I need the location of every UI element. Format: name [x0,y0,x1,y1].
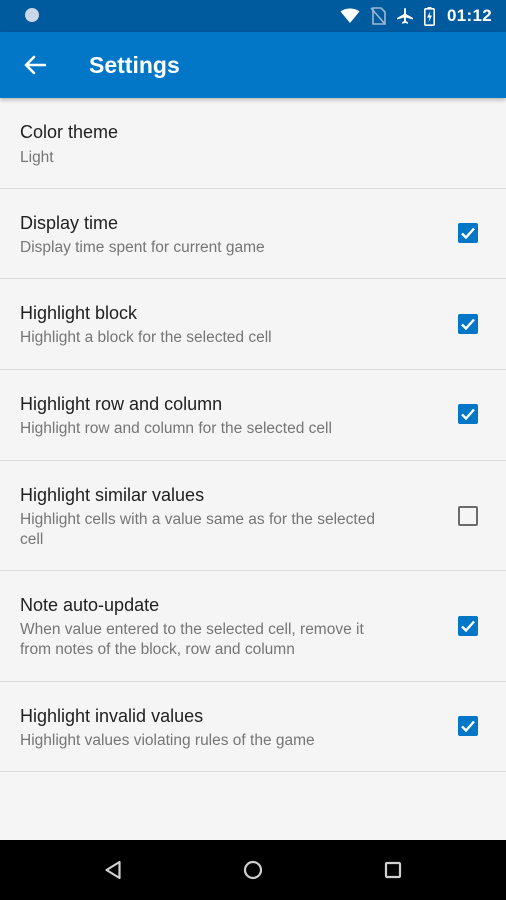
highlight-similar-values-checkbox[interactable] [458,506,478,526]
setting-subtitle: Display time spent for current game [20,239,265,256]
no-sim-icon [370,7,386,25]
setting-highlight-block[interactable]: Highlight block Highlight a block for th… [0,279,506,370]
setting-title: Display time [20,213,119,233]
nav-back-button[interactable] [97,854,129,886]
setting-title: Highlight block [20,303,138,323]
recents-square-icon [384,861,402,879]
airplane-icon [397,8,414,24]
setting-subtitle: Highlight row and column for the selecte… [20,420,332,437]
checkmark-icon [461,720,475,733]
app-bar: Settings [0,32,506,98]
setting-highlight-row-column[interactable]: Highlight row and column Highlight row a… [0,370,506,461]
back-triangle-icon [105,860,121,880]
setting-title: Highlight row and column [20,394,223,414]
setting-title: Highlight similar values [20,485,205,505]
status-icons: 01:12 [340,0,492,32]
navigation-bar [0,840,506,900]
checkmark-icon [461,620,475,633]
setting-note-auto-update[interactable]: Note auto-update When value entered to t… [0,571,506,682]
setting-subtitle: Highlight values violating rules of the … [20,732,315,749]
highlight-invalid-values-checkbox[interactable] [458,716,478,736]
setting-color-theme[interactable]: Color theme Light [0,98,506,189]
setting-highlight-invalid-values[interactable]: Highlight invalid values Highlight value… [0,682,506,772]
notification-dot-icon [25,8,39,22]
note-auto-update-checkbox[interactable] [458,616,478,636]
settings-list: Color theme Light Display time Display t… [0,98,506,772]
setting-subtitle-line-1: When value entered to the selected cell,… [20,621,364,638]
status-bar: 01:12 [0,0,506,32]
setting-title: Highlight invalid values [20,706,204,726]
setting-highlight-similar-values[interactable]: Highlight similar values Highlight cells… [0,461,506,571]
page-title: Settings [89,52,180,78]
checkmark-icon [461,318,475,331]
nav-home-button[interactable] [237,854,269,886]
setting-title: Color theme [20,122,119,142]
highlight-block-checkbox[interactable] [458,314,478,334]
checkmark-icon [461,408,475,421]
setting-display-time[interactable]: Display time Display time spent for curr… [0,189,506,279]
setting-title: Note auto-update [20,595,160,615]
back-button[interactable] [14,44,56,86]
checkmark-icon [461,227,475,240]
home-circle-icon [243,860,263,880]
setting-subtitle-line-1: Highlight cells with a value same as for… [20,511,375,528]
nav-recents-button[interactable] [377,854,409,886]
setting-subtitle-line-2: from notes of the block, row and column [20,641,295,658]
setting-subtitle-line-2: cell [20,531,44,548]
arrow-left-icon [24,55,46,75]
status-time: 01:12 [447,6,492,25]
highlight-row-column-checkbox[interactable] [458,404,478,424]
setting-value: Light [20,149,54,166]
battery-icon [424,6,436,26]
setting-subtitle: Highlight a block for the selected cell [20,329,272,346]
wifi-icon [340,8,360,23]
display-time-checkbox[interactable] [458,223,478,243]
